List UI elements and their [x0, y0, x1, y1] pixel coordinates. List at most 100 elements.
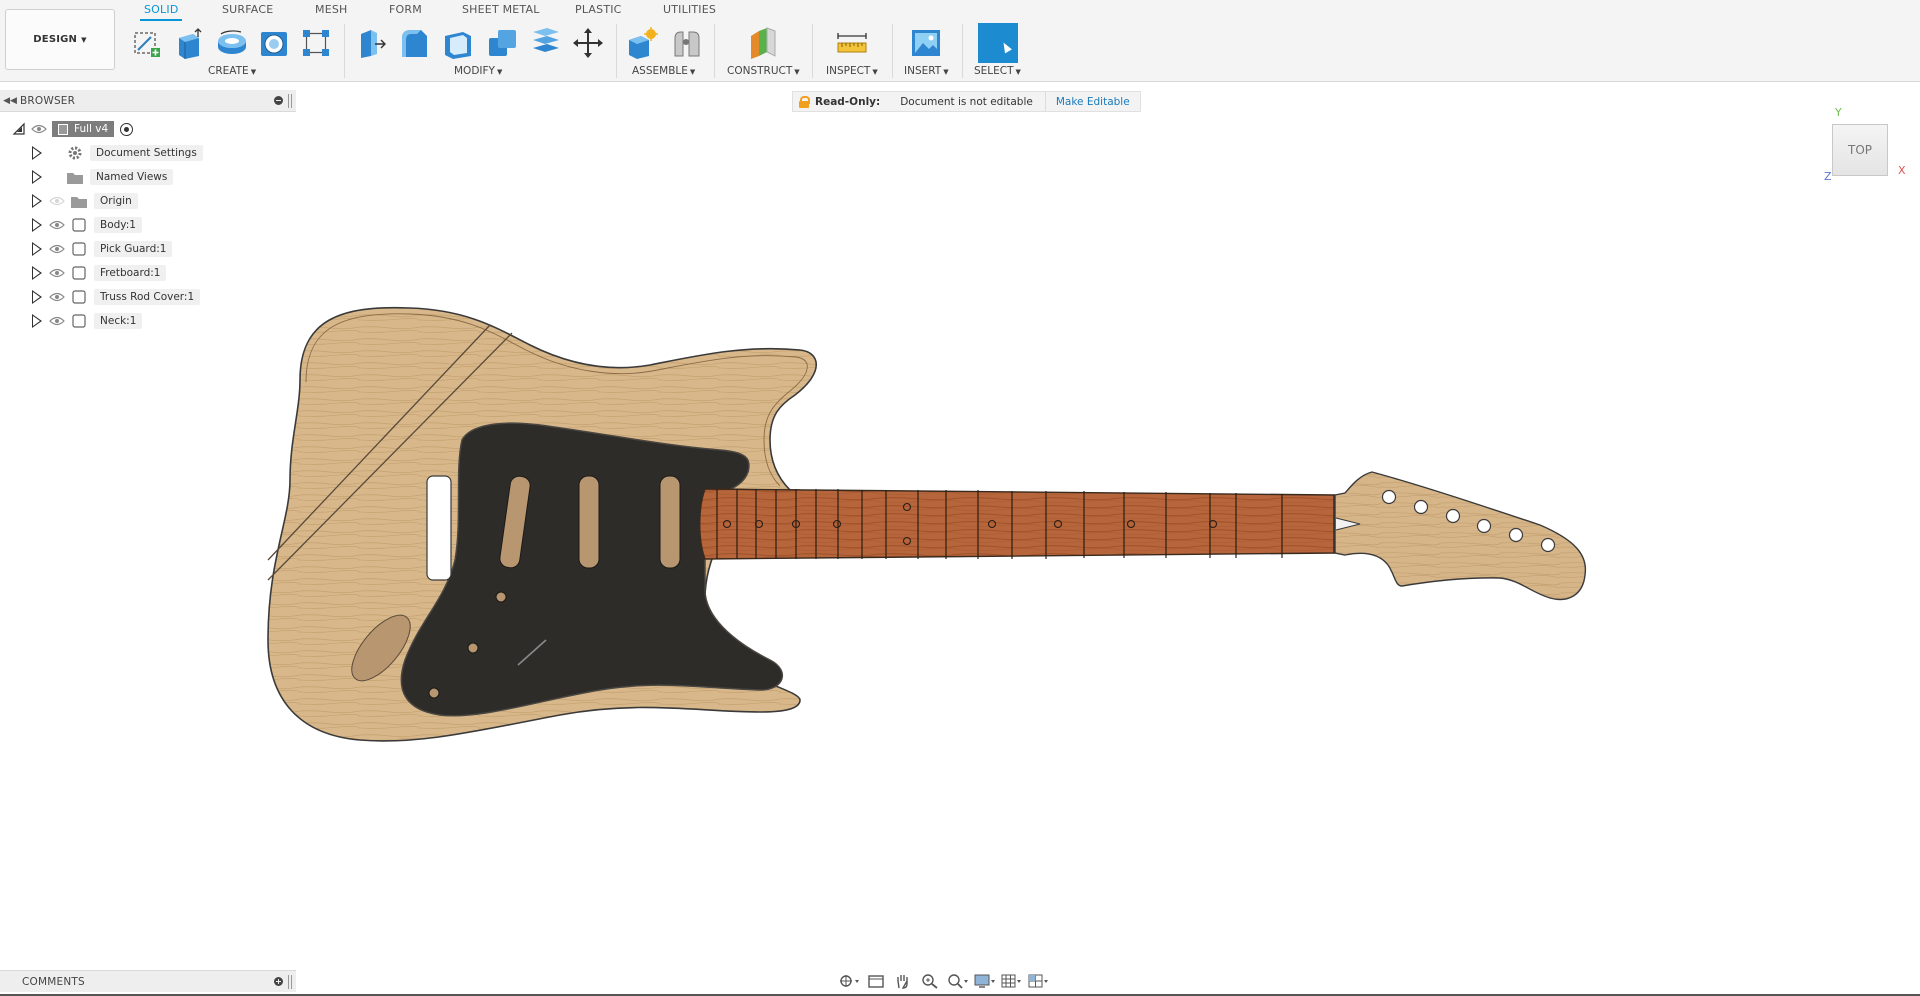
create-sketch-icon[interactable] — [128, 24, 164, 62]
tab-solid[interactable]: SOLID — [139, 3, 184, 21]
guitar-model[interactable] — [267, 306, 1587, 742]
zoom-icon[interactable] — [917, 971, 942, 991]
minimize-panel-icon[interactable] — [272, 95, 284, 107]
viewports-icon[interactable] — [1025, 971, 1050, 991]
assemble-menu[interactable]: ASSEMBLE ▼ — [632, 65, 695, 77]
tab-surface[interactable]: SURFACE — [222, 3, 273, 18]
browser-item-truss-rod-cover[interactable]: Truss Rod Cover:1 — [30, 287, 201, 307]
navigation-bar — [836, 970, 1050, 992]
view-cube[interactable]: Y TOP X Z — [1824, 104, 1920, 184]
offset-plane-icon[interactable] — [744, 24, 780, 62]
bridge-cutout — [426, 475, 452, 581]
pattern-icon[interactable] — [298, 24, 334, 62]
make-editable-button[interactable]: Make Editable — [1046, 96, 1140, 108]
folder-icon — [66, 169, 84, 185]
visibility-eye-icon[interactable] — [48, 314, 66, 328]
browser-item-fretboard[interactable]: Fretboard:1 — [30, 263, 167, 283]
pickup-neck — [659, 475, 681, 569]
collapse-triangle-icon[interactable] — [12, 122, 26, 136]
add-comment-icon[interactable] — [272, 976, 284, 988]
fretboard[interactable] — [699, 488, 1336, 560]
pick-guard[interactable] — [400, 422, 784, 717]
shell-icon[interactable] — [440, 24, 476, 62]
fillet-icon[interactable] — [396, 24, 432, 62]
panel-resize-handle[interactable] — [288, 93, 292, 108]
comments-title: COMMENTS — [22, 975, 85, 988]
toolbar: DESIGN ▼ SOLID SURFACE MESH FORM SHEET M… — [0, 0, 1920, 82]
browser-item-document-settings[interactable]: Document Settings — [30, 143, 203, 163]
expand-triangle-icon[interactable] — [30, 242, 44, 256]
expand-triangle-icon[interactable] — [30, 290, 44, 304]
browser-title: BROWSER — [20, 94, 76, 107]
expand-triangle-icon[interactable] — [30, 266, 44, 280]
expand-triangle-icon[interactable] — [30, 314, 44, 328]
activate-radio-icon[interactable] — [120, 122, 134, 136]
gear-icon — [66, 145, 84, 161]
joint-icon[interactable] — [668, 24, 704, 62]
select-tool-button[interactable] — [978, 23, 1018, 63]
browser-item-pick-guard[interactable]: Pick Guard:1 — [30, 239, 173, 259]
lock-icon — [799, 96, 810, 108]
grid-snaps-icon[interactable] — [998, 971, 1023, 991]
construct-menu[interactable]: CONSTRUCT ▼ — [727, 65, 800, 77]
browser-item-label: Truss Rod Cover:1 — [94, 289, 201, 305]
press-pull-icon[interactable] — [354, 24, 390, 62]
visibility-eye-icon[interactable] — [48, 242, 66, 256]
tab-form[interactable]: FORM — [389, 3, 422, 18]
visibility-eye-icon[interactable] — [48, 266, 66, 280]
browser-item-label: Named Views — [90, 169, 174, 185]
inspect-menu[interactable]: INSPECT ▼ — [826, 65, 878, 77]
expand-triangle-icon[interactable] — [30, 218, 44, 232]
browser-item-label: Neck:1 — [94, 313, 143, 329]
combine-icon[interactable] — [484, 24, 520, 62]
browser-root-node[interactable]: Full v4 — [12, 119, 134, 139]
fit-zoom-icon[interactable] — [944, 971, 969, 991]
root-document-label[interactable]: Full v4 — [52, 121, 115, 137]
browser-item-label: Document Settings — [90, 145, 203, 161]
browser-panel-header: ◀◀ BROWSER — [0, 90, 296, 112]
read-only-message: Document is not editable — [900, 92, 1046, 111]
pan-hand-icon[interactable] — [890, 971, 915, 991]
hole-icon[interactable] — [256, 24, 292, 62]
insert-image-icon[interactable] — [908, 24, 944, 62]
browser-item-label: Origin — [94, 193, 138, 209]
view-cube-top-face[interactable]: TOP — [1832, 124, 1888, 176]
tab-sheet-metal[interactable]: SHEET METAL — [462, 3, 540, 18]
tab-mesh[interactable]: MESH — [315, 3, 348, 18]
offset-face-icon[interactable] — [528, 24, 564, 62]
tab-plastic[interactable]: PLASTIC — [575, 3, 622, 18]
browser-item-origin[interactable]: Origin — [30, 191, 138, 211]
orbit-icon[interactable] — [836, 971, 861, 991]
browser-item-named-views[interactable]: Named Views — [30, 167, 174, 187]
visibility-eye-hidden-icon[interactable] — [48, 194, 66, 208]
viewport-canvas[interactable] — [0, 82, 1920, 962]
comments-panel-header[interactable]: COMMENTS — [0, 970, 296, 992]
create-menu[interactable]: CREATE ▼ — [208, 65, 256, 77]
visibility-eye-icon[interactable] — [30, 122, 48, 136]
visibility-eye-icon[interactable] — [48, 218, 66, 232]
extrude-icon[interactable] — [170, 24, 206, 62]
visibility-eye-icon[interactable] — [48, 290, 66, 304]
tab-utilities[interactable]: UTILITIES — [663, 3, 716, 18]
collapse-panel-icon[interactable]: ◀◀ — [0, 96, 20, 106]
browser-item-neck[interactable]: Neck:1 — [30, 311, 143, 331]
display-settings-icon[interactable] — [971, 971, 996, 991]
measure-icon[interactable] — [834, 24, 870, 62]
expand-triangle-icon[interactable] — [30, 194, 44, 208]
workspace-switcher-button[interactable]: DESIGN ▼ — [5, 9, 115, 70]
select-menu[interactable]: SELECT ▼ — [974, 65, 1021, 77]
modify-menu[interactable]: MODIFY ▼ — [454, 65, 502, 77]
component-icon — [70, 241, 88, 257]
new-component-icon[interactable] — [624, 24, 660, 62]
browser-item-body[interactable]: Body:1 — [30, 215, 142, 235]
revolve-icon[interactable] — [214, 24, 250, 62]
expand-triangle-icon[interactable] — [30, 170, 44, 184]
workspace-label: DESIGN — [33, 34, 78, 45]
panel-resize-handle[interactable] — [288, 974, 292, 989]
look-at-icon[interactable] — [863, 971, 888, 991]
headstock[interactable] — [1334, 471, 1587, 601]
expand-triangle-icon[interactable] — [30, 146, 44, 160]
move-icon[interactable] — [570, 24, 606, 62]
insert-menu[interactable]: INSERT ▼ — [904, 65, 949, 77]
pickup-middle — [578, 475, 600, 569]
